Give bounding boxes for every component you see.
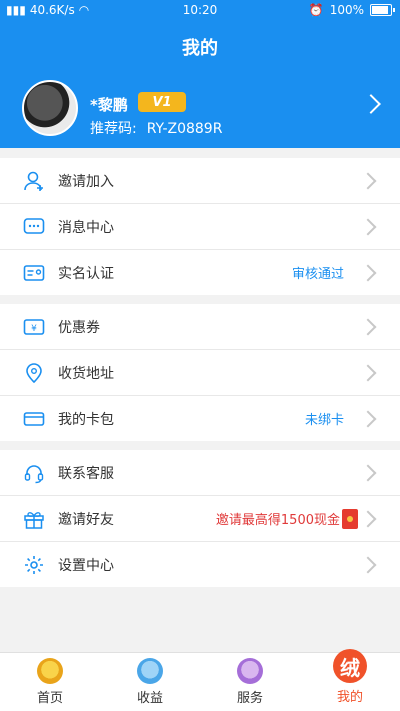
menu-group-account: 邀请加入 消息中心 实名认证 审核通过	[0, 158, 400, 295]
tab-label: 我的	[336, 690, 363, 705]
user-plus-icon	[22, 169, 46, 193]
battery-percent: 100%	[329, 3, 364, 17]
status-right: ⏰ 100%	[308, 3, 395, 17]
menu-label: 收货地址	[58, 365, 114, 382]
referral-label: 推荐码:	[90, 121, 137, 137]
chevron-right-icon	[359, 364, 377, 381]
menu-group-wallet: ¥ 优惠券 收货地址 我的卡包 未绑卡	[0, 304, 400, 441]
menu-label: 邀请加入	[58, 173, 114, 190]
message-icon	[22, 215, 46, 239]
piggy-icon	[237, 658, 263, 684]
chevron-right-icon	[359, 464, 377, 481]
red-packet-icon	[342, 508, 358, 529]
menu-item-message-center[interactable]: 消息中心	[0, 204, 400, 250]
chevron-right-icon	[359, 556, 377, 573]
menu-label: 消息中心	[58, 219, 114, 236]
tab-home[interactable]: 首页	[0, 653, 100, 711]
alarm-icon: ⏰	[308, 3, 324, 17]
menu-item-shipping-address[interactable]: 收货地址	[0, 350, 400, 396]
tab-service[interactable]: 服务	[200, 653, 300, 711]
income-icon	[137, 658, 163, 684]
profile-header: ▮▮▮ 40.6K/s ◠ 10:20 ⏰ 100% 我的 *黎鹏 V1 推荐码…	[0, 0, 400, 148]
referral-code: RY-Z0889R	[146, 121, 223, 137]
menu-label: 实名认证	[58, 265, 114, 282]
profile-chevron-icon[interactable]	[361, 94, 381, 114]
tab-label: 服务	[236, 691, 263, 706]
card-status: 未绑卡	[304, 413, 344, 428]
page-title: 我的	[182, 38, 218, 59]
menu-label: 联系客服	[58, 465, 114, 482]
menu-item-invite-friends[interactable]: 邀请好友 邀请最高得1500现金	[0, 496, 400, 542]
vip-badge: V1	[138, 92, 186, 112]
menu-item-card-wallet[interactable]: 我的卡包 未绑卡	[0, 396, 400, 441]
chevron-right-icon	[359, 264, 377, 281]
user-name: *黎鹏	[90, 96, 128, 114]
menu-label: 优惠券	[58, 319, 100, 336]
mine-icon: 绒	[333, 649, 367, 683]
chevron-right-icon	[359, 510, 377, 527]
headset-icon	[22, 461, 46, 485]
chevron-right-icon	[359, 172, 377, 189]
coupon-icon: ¥	[22, 315, 46, 339]
tab-label: 收益	[136, 691, 163, 706]
menu-item-real-name-auth[interactable]: 实名认证 审核通过	[0, 250, 400, 295]
menu-item-settings[interactable]: 设置中心	[0, 542, 400, 587]
chevron-right-icon	[359, 318, 377, 335]
gift-icon	[22, 507, 46, 531]
card-icon	[22, 407, 46, 431]
menu-label: 我的卡包	[58, 411, 114, 428]
menu-group-support: 联系客服 邀请好友 邀请最高得1500现金 设置中心	[0, 450, 400, 587]
auth-status: 审核通过	[291, 267, 344, 282]
menu-item-customer-service[interactable]: 联系客服	[0, 450, 400, 496]
menu-item-coupons[interactable]: ¥ 优惠券	[0, 304, 400, 350]
id-card-icon	[22, 261, 46, 285]
referral-line: 推荐码: RY-Z0889R	[90, 118, 232, 138]
bottom-tab-bar: 首页 收益 服务 绒 我的	[0, 649, 400, 711]
svg-text:¥: ¥	[31, 324, 37, 334]
chevron-right-icon	[359, 410, 377, 427]
avatar[interactable]	[22, 80, 78, 136]
tab-label: 首页	[36, 691, 63, 706]
chevron-right-icon	[359, 218, 377, 235]
menu-label: 设置中心	[58, 557, 114, 574]
location-icon	[22, 361, 46, 385]
tab-income[interactable]: 收益	[100, 653, 200, 711]
status-bar: ▮▮▮ 40.6K/s ◠ 10:20 ⏰ 100%	[0, 0, 400, 22]
menu-label: 邀请好友	[58, 511, 114, 528]
gold-ingot-icon	[37, 658, 63, 684]
invite-promo-text: 邀请最高得1500现金	[215, 513, 340, 528]
menu-item-invite-join[interactable]: 邀请加入	[0, 158, 400, 204]
settings-icon	[22, 553, 46, 577]
tab-mine[interactable]: 绒 我的	[300, 649, 400, 711]
battery-icon	[370, 4, 395, 16]
